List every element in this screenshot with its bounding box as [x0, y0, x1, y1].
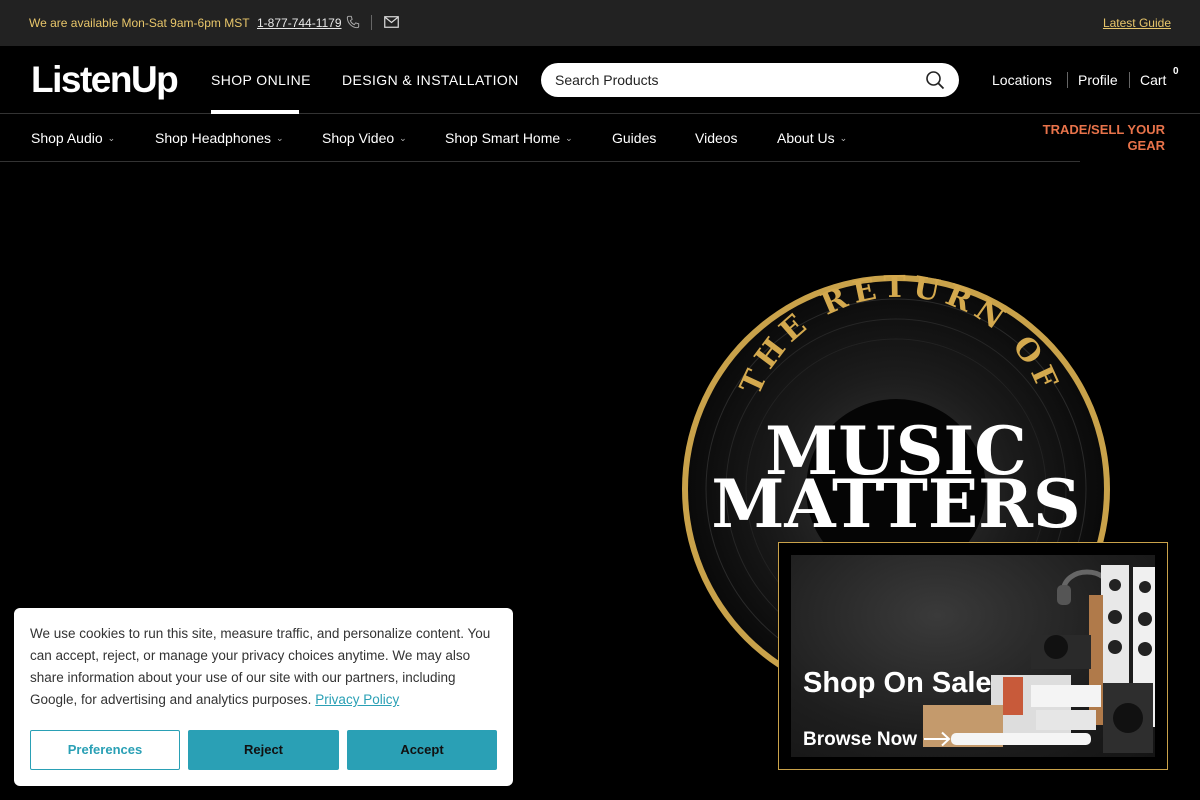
- privacy-policy-link[interactable]: Privacy Policy: [315, 692, 399, 707]
- browse-now-link[interactable]: Browse Now: [803, 729, 917, 751]
- sale-title: Shop On Sale: [803, 667, 992, 699]
- cookie-consent-banner: We use cookies to run this site, measure…: [14, 608, 513, 786]
- arrow-right-icon: [924, 731, 951, 747]
- cat-shop-video[interactable]: Shop Video ⌄: [322, 130, 407, 146]
- site-header: ListenUp SHOP ONLINE DESIGN & INSTALLATI…: [0, 46, 1200, 114]
- phone-icon[interactable]: [346, 15, 360, 29]
- cat-label: Shop Headphones: [155, 130, 271, 146]
- cookie-message: We use cookies to run this site, measure…: [30, 626, 491, 707]
- locations-link[interactable]: Locations: [992, 72, 1052, 88]
- cart-link[interactable]: Cart: [1140, 72, 1166, 88]
- cat-shop-headphones[interactable]: Shop Headphones ⌄: [155, 130, 284, 146]
- cart-count-badge: 0: [1173, 66, 1179, 77]
- cat-label: Shop Video: [322, 130, 395, 146]
- cat-label: About Us: [777, 130, 835, 146]
- shop-on-sale-card[interactable]: Shop On Sale Browse Now: [778, 542, 1168, 770]
- accept-button[interactable]: Accept: [347, 730, 497, 770]
- chevron-down-icon: ⌄: [399, 133, 407, 143]
- preferences-button[interactable]: Preferences: [30, 730, 180, 770]
- search-bar: [541, 63, 959, 97]
- nav-shop-online[interactable]: SHOP ONLINE: [211, 72, 311, 88]
- chevron-down-icon: ⌄: [107, 133, 116, 143]
- availability-text: We are available Mon-Sat 9am-6pm MST: [29, 16, 250, 30]
- active-nav-indicator: [211, 110, 299, 114]
- cat-label: Shop Smart Home: [445, 130, 561, 146]
- listenup-logo[interactable]: ListenUp: [31, 59, 179, 101]
- cat-about-us[interactable]: About Us ⌄: [777, 130, 847, 146]
- cat-shop-audio[interactable]: Shop Audio ⌄: [31, 130, 115, 146]
- hero-title-line2: MATTERS: [711, 465, 1080, 543]
- latest-guide-link[interactable]: Latest Guide: [1103, 16, 1171, 30]
- cookie-text: We use cookies to run this site, measure…: [30, 623, 500, 711]
- header-divider: [1129, 72, 1130, 88]
- topbar-divider: [371, 15, 372, 30]
- profile-link[interactable]: Profile: [1078, 72, 1118, 88]
- cat-shop-smart-home[interactable]: Shop Smart Home ⌄: [445, 130, 573, 146]
- nav-design-installation[interactable]: DESIGN & INSTALLATION: [342, 72, 519, 88]
- chevron-down-icon: ⌄: [839, 133, 848, 143]
- search-input[interactable]: [555, 70, 915, 90]
- cat-label: Shop Audio: [31, 130, 103, 146]
- category-nav: Shop Audio ⌄ Shop Headphones ⌄ Shop Video ⌄…: [0, 115, 1200, 162]
- reject-button[interactable]: Reject: [188, 730, 339, 770]
- audio-gear-illustration: [923, 565, 1155, 753]
- cat-guides[interactable]: Guides: [612, 130, 656, 146]
- header-divider: [1067, 72, 1068, 88]
- phone-link[interactable]: 1-877-744-1179: [257, 16, 342, 30]
- cat-videos[interactable]: Videos: [695, 130, 738, 146]
- sale-card-image: Shop On Sale Browse Now: [791, 555, 1155, 757]
- chevron-down-icon: ⌄: [276, 133, 284, 143]
- trade-sell-link[interactable]: TRADE/SELL YOUR GEAR: [1025, 122, 1165, 154]
- search-icon[interactable]: [925, 70, 945, 90]
- mail-icon[interactable]: [384, 16, 399, 28]
- catnav-divider: [0, 161, 1080, 162]
- chevron-down-icon: ⌄: [565, 133, 573, 143]
- top-info-bar: We are available Mon-Sat 9am-6pm MST 1-8…: [0, 0, 1200, 46]
